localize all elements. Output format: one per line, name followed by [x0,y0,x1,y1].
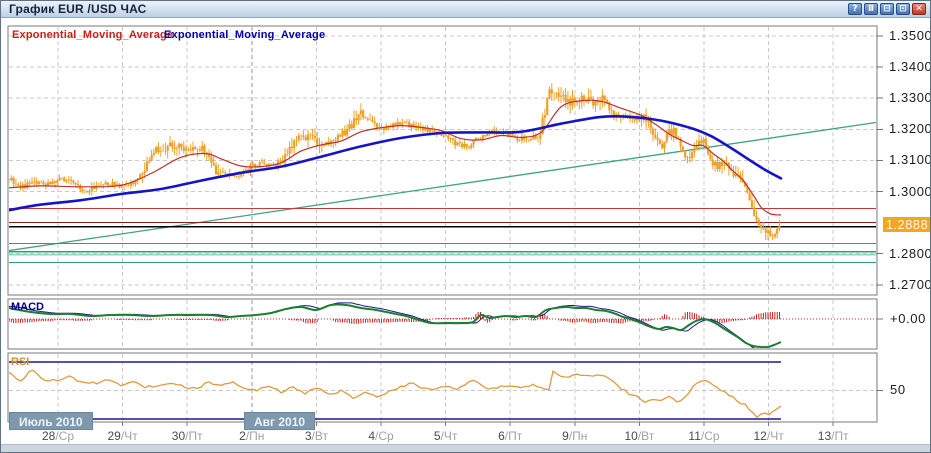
price-tick-label: 1.3100 [889,152,931,167]
price-tick-label: 1.2700 [889,277,931,292]
macd-panel-label: MACD [11,301,44,313]
price-tick-label: 1.3000 [889,184,931,199]
month-box: Июль 2010 [9,412,93,430]
price-tick-label: 1.3500 [889,28,931,43]
app-window: График EUR /USD ЧАС ? Ⅱ ⊟ ⊡ ✕ Exponentia… [0,0,931,453]
date-label: 4/Ср [349,429,413,443]
rsi-panel-label: RSI [11,356,29,368]
date-label: 11/Ср [672,429,736,443]
date-label: 13/Пт [801,429,865,443]
date-label: 30/Пт [155,429,219,443]
date-label: 3/Вт [284,429,348,443]
date-label: 12/Чт [737,429,801,443]
date-label: 6/Пт [478,429,542,443]
month-box: Авг 2010 [244,412,315,430]
legend-ema-fast: Exponential_Moving_Average [12,29,173,41]
price-tick-label: 1.3300 [889,90,931,105]
price-tick-label: 1.3400 [889,59,931,74]
date-label: 2/Пн [220,429,284,443]
date-label: 10/Вт [607,429,671,443]
price-tick-label: 1.3200 [889,121,931,136]
chart-canvas[interactable] [1,1,931,453]
macd-zero-label: +0.00 [890,311,926,326]
date-label: 9/Пн [543,429,607,443]
current-price-badge: 1.2888 [883,217,931,232]
date-label: 28/Ср [26,429,90,443]
price-tick-label: 1.2800 [889,246,931,261]
date-label: 29/Чт [91,429,155,443]
legend-ema-slow: Exponential_Moving_Average [164,29,325,41]
window-bottom-edge [1,444,930,452]
date-label: 5/Чт [414,429,478,443]
rsi-mid-label: 50 [890,382,906,397]
